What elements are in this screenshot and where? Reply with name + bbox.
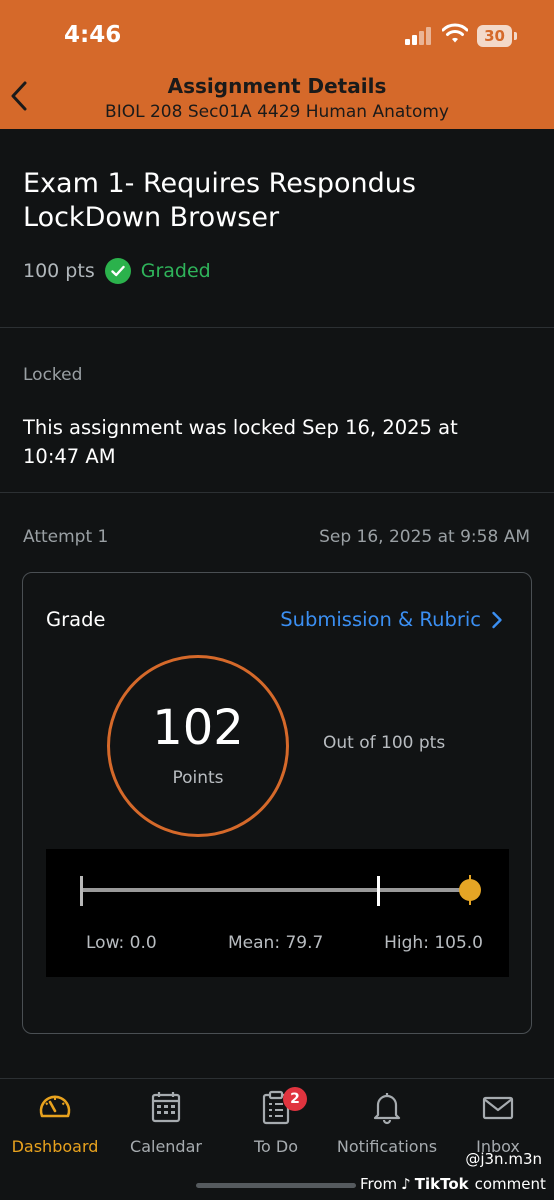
envelope-icon — [482, 1096, 514, 1120]
chevron-right-icon — [492, 611, 502, 628]
tab-label: Dashboard — [11, 1137, 99, 1156]
score-unit: Points — [172, 768, 224, 788]
speedometer-icon — [39, 1095, 71, 1118]
grade-label: Grade — [46, 608, 106, 631]
watermark-source: From ♪ TikTok comment — [360, 1175, 546, 1193]
tab-notifications[interactable]: Notifications — [332, 1089, 442, 1161]
page-title: Assignment Details — [167, 74, 387, 98]
checkmark-icon — [104, 258, 131, 284]
tab-label: Calendar — [130, 1137, 202, 1156]
grade-card: Grade Submission & Rubric 102 Points Out… — [22, 572, 532, 1034]
todo-count-badge: 2 — [283, 1087, 307, 1111]
grade-statistics: Low: 0.0 Mean: 79.7 High: 105.0 — [46, 849, 509, 977]
assignment-points: 100 pts — [23, 260, 95, 282]
top-bar: 4:46 30 Assignment Details BIOL 208 Sec0… — [0, 0, 554, 129]
tab-label: Notifications — [336, 1137, 438, 1156]
tab-label: To Do — [253, 1137, 299, 1156]
submission-rubric-link[interactable]: Submission & Rubric — [280, 608, 503, 631]
battery-level: 30 — [477, 25, 512, 47]
attempt-date: Sep 16, 2025 at 9:58 AM — [319, 527, 530, 547]
tab-calendar[interactable]: Calendar — [111, 1089, 221, 1161]
cellular-signal-icon — [405, 27, 433, 45]
wifi-icon — [441, 22, 469, 44]
divider — [0, 492, 554, 493]
tiktok-note-icon: ♪ — [401, 1175, 411, 1193]
watermark-from-text: From — [360, 1175, 398, 1193]
home-indicator — [196, 1183, 356, 1188]
course-name: BIOL 208 Sec01A 4429 Human Anatomy — [105, 102, 449, 122]
divider — [0, 327, 554, 328]
tab-todo[interactable]: 2 To Do — [221, 1087, 331, 1161]
low-marker — [80, 876, 83, 906]
score-value: 102 — [152, 700, 244, 756]
stat-mean: Mean: 79.7 — [228, 933, 324, 953]
stats-track — [81, 888, 473, 892]
stat-high: High: 105.0 — [384, 933, 483, 953]
watermark-handle: @j3n.m3n — [465, 1150, 542, 1168]
battery-icon: 30 — [477, 25, 517, 47]
submission-rubric-label: Submission & Rubric — [280, 608, 481, 631]
score-circle: 102 Points — [107, 655, 289, 837]
calendar-icon — [151, 1092, 181, 1123]
attempt-label: Attempt 1 — [23, 527, 109, 547]
graded-status: Graded — [140, 260, 211, 282]
watermark-suffix: comment — [474, 1175, 546, 1193]
watermark-brand: TikTok — [414, 1175, 469, 1193]
assignment-title: Exam 1- Requires Respondus LockDown Brow… — [23, 168, 416, 233]
assignment-meta: 100 pts Graded — [23, 256, 211, 286]
stat-low: Low: 0.0 — [86, 933, 157, 953]
status-time: 4:46 — [64, 22, 122, 48]
locked-message: This assignment was locked Sep 16, 2025 … — [23, 416, 458, 468]
mean-marker — [377, 876, 381, 906]
bell-icon — [373, 1093, 401, 1125]
tab-dashboard[interactable]: Dashboard — [0, 1089, 110, 1161]
out-of-points: Out of 100 pts — [323, 733, 446, 753]
locked-label: Locked — [23, 365, 83, 385]
score-marker — [458, 879, 481, 901]
